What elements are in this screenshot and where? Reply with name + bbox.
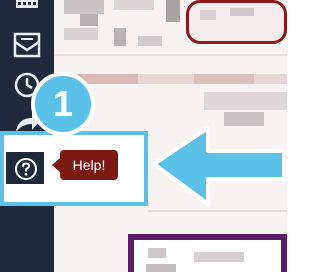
step-badge: 1 <box>31 72 95 136</box>
help-button[interactable] <box>4 150 46 186</box>
pointer-arrow-icon <box>152 126 286 206</box>
tooltip-pointer <box>52 158 60 172</box>
help-tooltip: Help! <box>60 150 118 180</box>
inbox-icon[interactable] <box>10 30 44 60</box>
calendar-icon[interactable] <box>10 0 44 24</box>
